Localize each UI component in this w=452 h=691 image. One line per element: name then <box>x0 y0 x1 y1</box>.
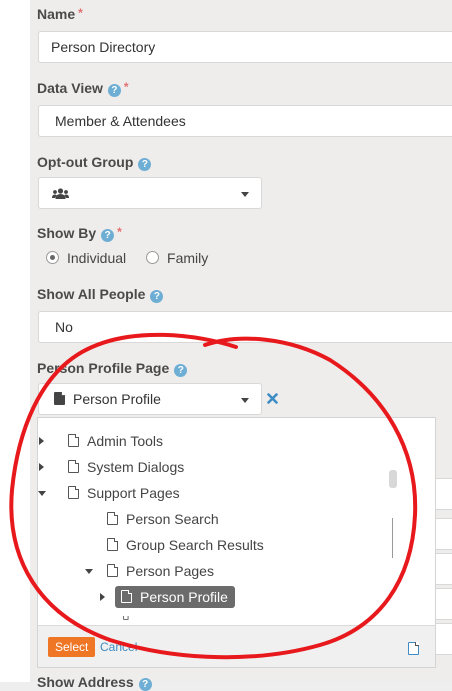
annotation-circle <box>9 332 418 660</box>
